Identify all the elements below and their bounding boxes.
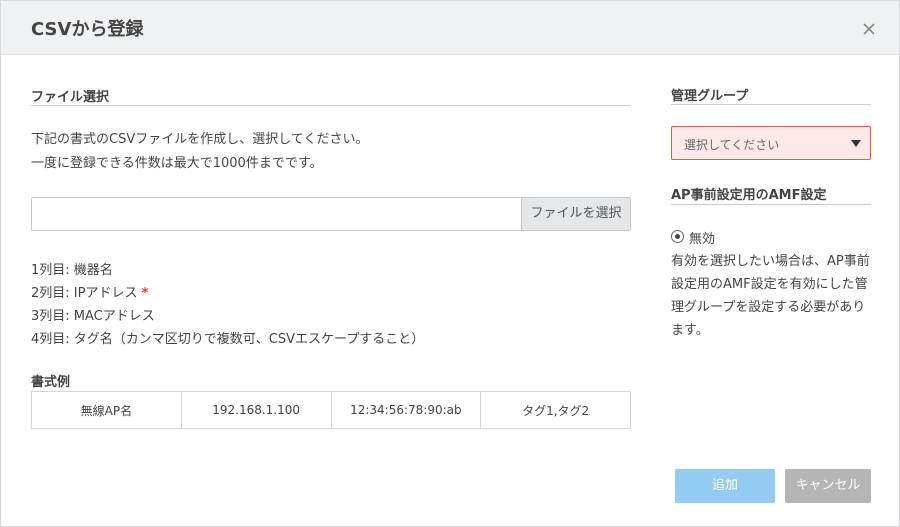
file-section-title: ファイル選択 — [31, 90, 110, 105]
cancel-button[interactable]: キャンセル — [785, 469, 871, 503]
amf-section-title: AP事前設定用のAMF設定 — [671, 188, 827, 203]
amf-disabled-label[interactable]: 無効 — [689, 228, 715, 247]
dialog-header: CSVから登録 — [1, 1, 899, 55]
amf-note: 有効を選択したい場合は、AP事前設定用のAMF設定を有効にした管理グループを設定… — [671, 254, 870, 338]
instruction-line-1: 下記の書式のCSVファイルを作成し、選択してください。 — [31, 132, 369, 147]
group-section-title: 管理グループ — [671, 89, 749, 104]
instruction-line-2: 一度に登録できる件数は最大で1000件までです。 — [31, 156, 323, 171]
example-cell-ip: 192.168.1.100 — [182, 392, 332, 428]
required-mark: * — [141, 286, 149, 301]
select-placeholder: 選択してください — [684, 138, 780, 152]
csv-import-dialog: CSVから登録 ファイル選択 下記の書式のCSVファイルを作成し、選択してくださ… — [0, 0, 900, 527]
choose-file-button[interactable]: ファイルを選択 — [521, 197, 631, 231]
add-button[interactable]: 追加 — [675, 469, 775, 503]
close-icon[interactable] — [857, 17, 881, 41]
divider — [31, 105, 631, 106]
column-spec-1: 1列目: 機器名 — [31, 263, 113, 278]
column-spec-3: 3列目: MACアドレス — [31, 309, 155, 324]
dropdown-caret-icon — [851, 140, 861, 147]
column-spec-2-text: 2列目: IPアドレス — [31, 286, 138, 301]
divider — [671, 204, 871, 205]
example-title: 書式例 — [31, 375, 71, 390]
management-group-select[interactable]: 選択してください — [671, 126, 871, 160]
column-spec-4: 4列目: タグ名（カンマ区切りで複数可、CSVエスケープすること） — [31, 332, 425, 347]
dialog-title: CSVから登録 — [31, 19, 144, 40]
column-spec-2: 2列目: IPアドレス * — [31, 282, 148, 301]
example-cell-mac: 12:34:56:78:90:ab — [332, 392, 482, 428]
amf-disabled-radio[interactable] — [671, 230, 684, 243]
example-cell-tags: タグ1,タグ2 — [522, 403, 590, 418]
example-cell-device-name: 無線AP名 — [32, 392, 182, 428]
file-path-input[interactable] — [31, 197, 522, 231]
example-table: 無線AP名 192.168.1.100 12:34:56:78:90:ab タグ… — [31, 391, 631, 429]
divider — [671, 104, 871, 105]
